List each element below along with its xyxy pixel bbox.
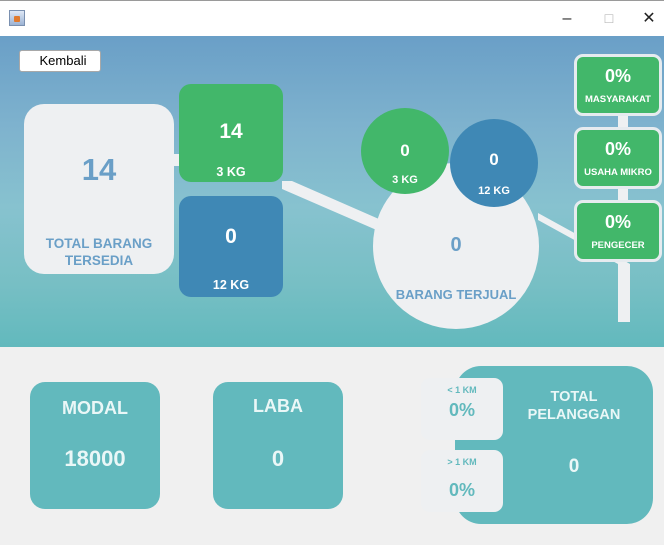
modal-card: MODAL 18000 [30, 382, 160, 509]
segment-pengecer-label: PENGECER [591, 240, 645, 251]
window-titlebar: – ☐ ✕ [0, 0, 664, 36]
minimize-button[interactable]: – [552, 9, 582, 29]
sold-12kg-unit: 12 KG [478, 185, 510, 197]
maximize-button[interactable]: ☐ [594, 9, 624, 29]
stock-3kg-value: 14 [219, 120, 243, 143]
pelanggan-near-box: < 1 KM 0% [421, 378, 503, 440]
segment-usaha-mikro-percent: 0% [604, 139, 631, 159]
stock-12kg-value: 0 [225, 225, 237, 248]
stock-12kg-tile: 0 12 KG [179, 196, 283, 297]
sold-label: BARANG TERJUAL [395, 287, 517, 302]
segment-masyarakat-card: 0% MASYARAKAT [574, 54, 662, 116]
pelanggan-value: 0 [568, 456, 580, 477]
stock-12kg-unit: 12 KG [212, 278, 250, 292]
total-stock-value: 14 [81, 152, 117, 187]
sold-12kg-value: 0 [489, 150, 499, 169]
segment-pengecer-card: 0% PENGECER [574, 200, 662, 262]
segment-usaha-mikro-label: USAHA MIKRO [584, 167, 652, 178]
sold-3kg-value: 0 [400, 141, 410, 160]
pelanggan-near-percent: 0% [448, 400, 475, 420]
close-button[interactable]: ✕ [634, 9, 664, 29]
laba-label: LABA [253, 396, 303, 416]
back-button[interactable]: Kembali [19, 50, 101, 72]
modal-label: MODAL [62, 398, 128, 418]
segment-usaha-mikro-card: 0% USAHA MIKRO [574, 127, 662, 189]
connector-stock-to-sold [282, 181, 388, 235]
laba-card: LABA 0 [213, 382, 343, 509]
pelanggan-far-percent: 0% [448, 480, 475, 500]
pelanggan-near-distance: < 1 KM [447, 385, 477, 395]
total-stock-label: TOTAL BARANG TERSEDIA [45, 236, 153, 268]
segment-masyarakat-percent: 0% [604, 66, 631, 86]
java-app-icon [9, 10, 25, 26]
sold-value: 0 [450, 234, 462, 256]
segment-masyarakat-label: MASYARAKAT [585, 94, 651, 105]
sold-3kg-unit: 3 KG [392, 174, 418, 186]
pelanggan-far-box: > 1 KM 0% [421, 450, 503, 512]
segment-pengecer-percent: 0% [604, 212, 631, 232]
pelanggan-label: TOTAL PELANGGAN [527, 389, 621, 423]
sold-3kg-circle: 0 3 KG [361, 108, 449, 194]
stock-overview-panel: Kembali 14 TOTAL BARANG TERSEDIA 14 3 KG… [0, 36, 664, 347]
modal-value: 18000 [64, 446, 126, 471]
pelanggan-far-distance: > 1 KM [447, 457, 477, 467]
stock-3kg-unit: 3 KG [216, 165, 246, 179]
stock-3kg-tile: 14 3 KG [179, 84, 283, 182]
sold-12kg-circle: 0 12 KG [450, 119, 538, 207]
laba-value: 0 [271, 446, 285, 471]
